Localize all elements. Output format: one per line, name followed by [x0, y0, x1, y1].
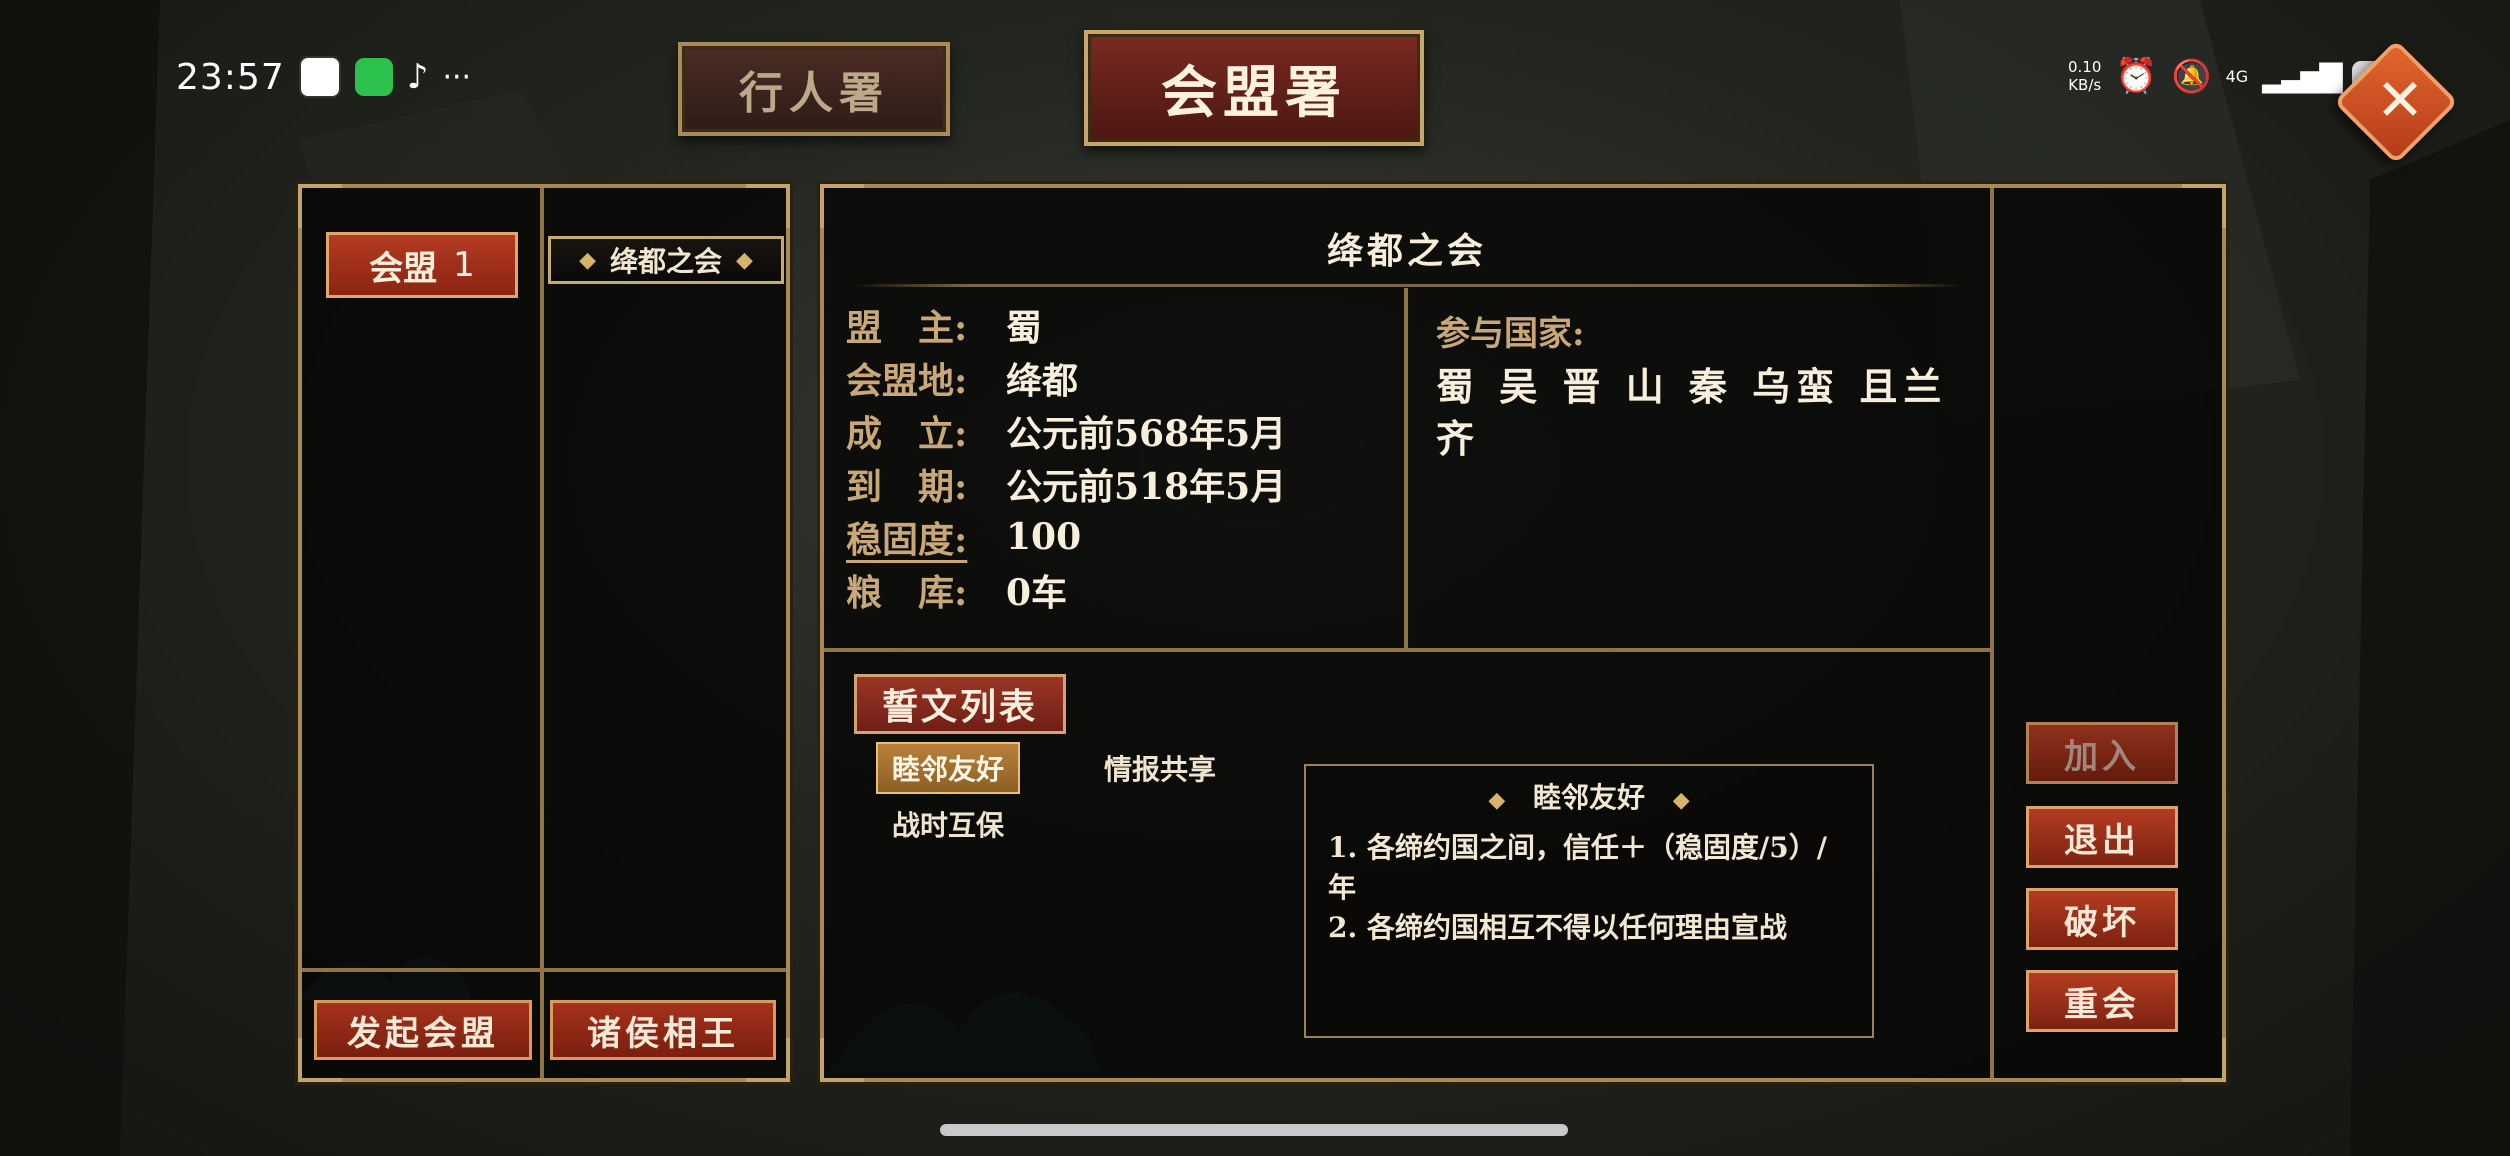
- exit-button[interactable]: 退出: [2026, 806, 2178, 868]
- info-row-location: 会盟地: 绛都: [846, 351, 1286, 404]
- diamond-icon: ◆: [736, 247, 753, 273]
- countries-label: 参与国家:: [1436, 314, 1585, 354]
- qq-icon: [298, 56, 341, 98]
- info-row-granary: 粮 库: 0车: [846, 563, 1286, 616]
- title-underline: [854, 284, 1964, 287]
- net-speed-unit: KB/s: [2068, 76, 2102, 94]
- oath-detail-line: 1. 各缔约国之间，信任＋（稳固度/5）/年: [1328, 831, 1827, 904]
- corner-ornament: [820, 1038, 864, 1082]
- oath-detail-box: ◆ 睦邻友好 ◆ 1. 各缔约国之间，信任＋（稳固度/5）/年 2. 各缔约国相…: [1304, 764, 1874, 1038]
- more-icon: ···: [442, 59, 472, 95]
- oath-list-title: 誓文列表: [854, 674, 1066, 734]
- info-value: 绛都: [1006, 359, 1079, 402]
- diamond-icon: ◆: [1672, 787, 1690, 813]
- info-label: 会盟地:: [846, 359, 968, 402]
- info-label: 成 立:: [846, 412, 968, 455]
- corner-ornament: [746, 184, 790, 228]
- home-indicator[interactable]: [940, 1124, 1568, 1136]
- signal-label: 4G: [2225, 66, 2249, 86]
- tiktok-icon: ♪: [406, 57, 429, 97]
- info-row-expiry: 到 期: 公元前518年5月: [846, 457, 1286, 510]
- countries-list: 蜀 吴 晋 山 秦 乌蛮 且兰 齐: [1436, 364, 1948, 461]
- signal-icon: ▂▃▅▇: [2262, 58, 2342, 94]
- diamond-icon: ◆: [579, 247, 596, 273]
- alliance-title: 绛都之会: [1326, 230, 1487, 272]
- oath-item-wartime-defense[interactable]: 战时互保: [892, 804, 1004, 844]
- info-label: 粮 库:: [846, 571, 968, 614]
- status-bar-left: 23:57 ♪ ···: [176, 56, 471, 98]
- alarm-icon: ⏰: [2115, 56, 2158, 96]
- info-row-leader: 盟 主: 蜀: [846, 298, 1286, 351]
- info-label: 盟 主:: [846, 306, 968, 349]
- tab-envoy-office[interactable]: 行人署: [678, 42, 950, 136]
- wechat-icon: [354, 58, 393, 96]
- info-value: 蜀: [1006, 306, 1043, 349]
- diamond-icon: ◆: [1488, 787, 1506, 813]
- alliance-detail-panel: 绛都之会 盟 主: 蜀 会盟地: 绛都 成 立: 公元前568年5月 到 期: …: [820, 184, 2226, 1082]
- info-value: 公元前568年5月: [1006, 412, 1287, 455]
- section-divider: [824, 648, 1990, 652]
- info-row-stability: 稳固度: 100: [846, 510, 1286, 563]
- action-column-divider: [1990, 188, 1994, 1078]
- oath-detail-text: 1. 各缔约国之间，信任＋（稳固度/5）/年 2. 各缔约国相互不得以任何理由宣…: [1328, 828, 1852, 948]
- oath-item-intel-sharing[interactable]: 情报共享: [1104, 748, 1216, 788]
- meeting-item-label: 绛都之会: [609, 245, 722, 278]
- oath-item-good-neighbor[interactable]: 睦邻友好: [876, 742, 1021, 794]
- corner-ornament: [2182, 184, 2226, 228]
- net-speed: 0.10 KB/s: [2068, 58, 2101, 94]
- clock: 23:57: [176, 56, 285, 98]
- info-divider: [1404, 288, 1408, 652]
- alliance-list-panel: 会盟 1 ◆ 绛都之会 ◆ 发起会盟 诸侯相王: [298, 184, 790, 1082]
- oath-detail-title: ◆ 睦邻友好 ◆: [1306, 776, 1872, 816]
- info-value: 公元前518年5月: [1006, 465, 1287, 508]
- meeting-item[interactable]: ◆ 绛都之会 ◆: [548, 236, 784, 284]
- net-speed-value: 0.10: [2068, 58, 2102, 76]
- stability-link[interactable]: 稳固度:: [846, 511, 1006, 563]
- alliance-item-number: 1: [453, 245, 475, 285]
- mutual-king-button[interactable]: 诸侯相王: [550, 1000, 776, 1060]
- corner-ornament: [298, 184, 342, 228]
- info-value: 0车: [1006, 571, 1068, 614]
- info-label: 到 期:: [846, 465, 968, 508]
- info-value: 100: [1006, 515, 1082, 558]
- corner-ornament: [2182, 1038, 2226, 1082]
- oath-detail-title-text: 睦邻友好: [1532, 781, 1645, 814]
- join-button[interactable]: 加入: [2026, 722, 2178, 784]
- oath-detail-line: 2. 各缔约国相互不得以任何理由宣战: [1328, 911, 1787, 944]
- alliance-item-label: 会盟: [369, 248, 438, 289]
- tab-alliance-office[interactable]: 会盟署: [1084, 30, 1424, 146]
- reconvene-button[interactable]: 重会: [2026, 970, 2178, 1032]
- mute-icon: 🔕: [2171, 57, 2212, 95]
- alliance-info: 盟 主: 蜀 会盟地: 绛都 成 立: 公元前568年5月 到 期: 公元前51…: [846, 298, 1286, 616]
- sabotage-button[interactable]: 破坏: [2026, 888, 2178, 950]
- participating-countries: 参与国家: 蜀 吴 晋 山 秦 乌蛮 且兰 齐: [1436, 306, 1976, 465]
- info-row-founded: 成 立: 公元前568年5月: [846, 404, 1286, 457]
- footer-divider: [302, 968, 786, 972]
- column-divider: [540, 188, 544, 1078]
- initiate-alliance-button[interactable]: 发起会盟: [314, 1000, 532, 1060]
- alliance-item-1[interactable]: 会盟 1: [326, 232, 518, 298]
- close-icon: ✕: [2375, 66, 2425, 134]
